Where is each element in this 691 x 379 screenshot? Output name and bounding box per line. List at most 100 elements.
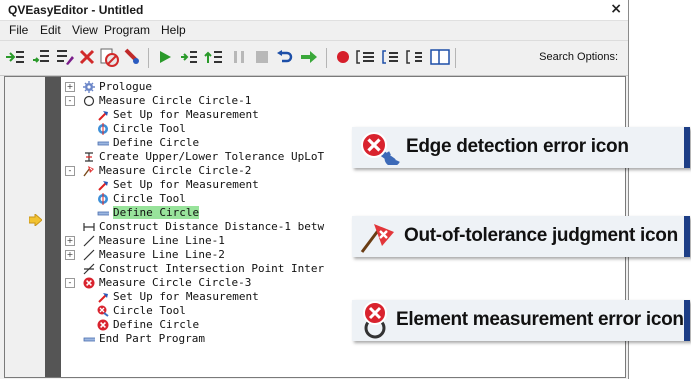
- tree-item[interactable]: Measure Circle Circle-1: [83, 94, 251, 107]
- setup-icon: [97, 179, 109, 191]
- record-icon[interactable]: [332, 46, 354, 68]
- menu-bar: File Edit View Program Help: [0, 21, 628, 39]
- tree-item-label: Define Circle: [113, 206, 200, 219]
- run-to-cursor-icon[interactable]: [203, 46, 225, 68]
- tree-expander[interactable]: +: [65, 236, 75, 246]
- append-step-icon[interactable]: [30, 46, 52, 68]
- tree-expander[interactable]: +: [65, 250, 75, 260]
- measurement-error-icon: [360, 300, 394, 344]
- tree-item[interactable]: Define Circle: [97, 206, 200, 219]
- edge-error-icon: [360, 131, 400, 169]
- indent-left-icon[interactable]: [355, 46, 377, 68]
- tree-expander[interactable]: -: [65, 278, 75, 288]
- tree-item-label: Set Up for Measurement: [113, 178, 259, 191]
- tree-expander[interactable]: -: [65, 96, 75, 106]
- distance-icon: [83, 221, 95, 233]
- gear-icon: [83, 80, 95, 93]
- tree-item[interactable]: Set Up for Measurement: [97, 108, 259, 121]
- callout-label: Element measurement error icon: [396, 309, 684, 330]
- close-icon[interactable]: ×: [610, 1, 622, 17]
- tree-item-label: End Part Program: [99, 332, 205, 345]
- tree-item-label: Measure Circle Circle-3: [99, 276, 252, 289]
- tree-expander[interactable]: -: [65, 166, 75, 176]
- callout-label: Out-of-tolerance judgment icon: [404, 225, 678, 246]
- tree-item[interactable]: Measure Line Line-1: [83, 234, 225, 247]
- tree-item-label: Circle Tool: [113, 192, 186, 205]
- tree-item-label: Define Circle: [113, 318, 200, 331]
- define-icon: [97, 207, 109, 219]
- measurement-error-icon: [83, 277, 95, 289]
- tree-item[interactable]: Measure Circle Circle-3: [83, 276, 251, 289]
- tree-item[interactable]: Prologue: [83, 80, 152, 93]
- tree-item[interactable]: Construct Intersection Point Inter: [83, 262, 324, 275]
- edge-error-icon: [97, 305, 109, 317]
- out-of-tolerance-icon: [83, 165, 95, 177]
- run-icon[interactable]: [154, 46, 176, 68]
- tree-item-label: Construct Distance Distance-1 betw: [99, 220, 325, 233]
- tree-item[interactable]: Create Upper/Lower Tolerance UpLoT: [83, 150, 324, 163]
- indent-icon[interactable]: [379, 46, 401, 68]
- circle-tool-icon: [97, 122, 109, 135]
- callout: Edge detection error icon: [352, 127, 690, 168]
- undo-icon[interactable]: [274, 46, 296, 68]
- pause-icon[interactable]: [228, 46, 250, 68]
- tree-item[interactable]: Set Up for Measurement: [97, 178, 259, 191]
- tree-item[interactable]: Measure Line Line-2: [83, 248, 225, 261]
- no-entry-icon[interactable]: [98, 46, 120, 68]
- callout-label: Edge detection error icon: [406, 136, 629, 157]
- tree-item-label: Circle Tool: [113, 122, 186, 135]
- insert-step-icon[interactable]: [4, 46, 26, 68]
- define-icon: [97, 137, 109, 149]
- tree-item-label: Prologue: [99, 80, 152, 93]
- toolbar: Search Options:: [0, 40, 628, 76]
- circle-icon: [83, 95, 95, 107]
- edit-step-icon[interactable]: [54, 46, 76, 68]
- tree-item-label: Measure Line Line-1: [99, 234, 225, 247]
- tree-item-label: Set Up for Measurement: [113, 108, 259, 121]
- tree-item-label: Measure Circle Circle-1: [99, 94, 252, 107]
- tree-item[interactable]: Define Circle: [97, 318, 199, 331]
- delete-icon[interactable]: [76, 46, 98, 68]
- tree-item[interactable]: End Part Program: [83, 332, 205, 345]
- title-bar: QVEasyEditor - Untitled ×: [0, 0, 628, 21]
- window-title: QVEasyEditor - Untitled: [8, 3, 144, 17]
- measurement-error-icon: [97, 319, 109, 331]
- outdent-icon[interactable]: [403, 46, 425, 68]
- tree-item-label: Set Up for Measurement: [113, 290, 259, 303]
- marker-icon[interactable]: [121, 46, 143, 68]
- menu-help[interactable]: Help: [161, 23, 186, 37]
- tree-item-label: Create Upper/Lower Tolerance UpLoT: [99, 150, 325, 163]
- tree-item[interactable]: Set Up for Measurement: [97, 290, 259, 303]
- next-icon[interactable]: [298, 46, 320, 68]
- line-icon: [83, 235, 95, 247]
- tree-item[interactable]: Circle Tool: [97, 122, 186, 135]
- tree-item[interactable]: Construct Distance Distance-1 betw: [83, 220, 324, 233]
- tolerance-icon: [83, 151, 95, 163]
- step-gutter: [5, 77, 61, 377]
- tree-item-label: Define Circle: [113, 136, 200, 149]
- tree-item[interactable]: Circle Tool: [97, 192, 186, 205]
- search-options-label[interactable]: Search Options:: [539, 51, 618, 63]
- circle-tool-icon: [97, 192, 109, 205]
- tree-item-label: Construct Intersection Point Inter: [99, 262, 325, 275]
- run-selection-icon[interactable]: [178, 46, 200, 68]
- menu-file[interactable]: File: [9, 23, 28, 37]
- menu-program[interactable]: Program: [104, 23, 150, 37]
- tree-item[interactable]: Circle Tool: [97, 304, 186, 317]
- menu-edit[interactable]: Edit: [40, 23, 61, 37]
- tree-item-label: Measure Line Line-2: [99, 248, 225, 261]
- stop-icon[interactable]: [251, 46, 273, 68]
- setup-icon: [97, 291, 109, 303]
- panel-icon[interactable]: [429, 46, 451, 68]
- define-icon: [83, 333, 95, 345]
- tree-expander[interactable]: +: [65, 82, 75, 92]
- tree-item-label: Circle Tool: [113, 304, 186, 317]
- tree-item-label: Measure Circle Circle-2: [99, 164, 252, 177]
- menu-view[interactable]: View: [72, 23, 98, 37]
- tree-item[interactable]: Define Circle: [97, 136, 199, 149]
- out-of-tolerance-icon: [358, 220, 398, 258]
- callout: Element measurement error icon: [352, 300, 690, 341]
- intersection-icon: [83, 263, 95, 275]
- tree-item[interactable]: Measure Circle Circle-2: [83, 164, 251, 177]
- current-step-arrow-icon: [29, 214, 42, 226]
